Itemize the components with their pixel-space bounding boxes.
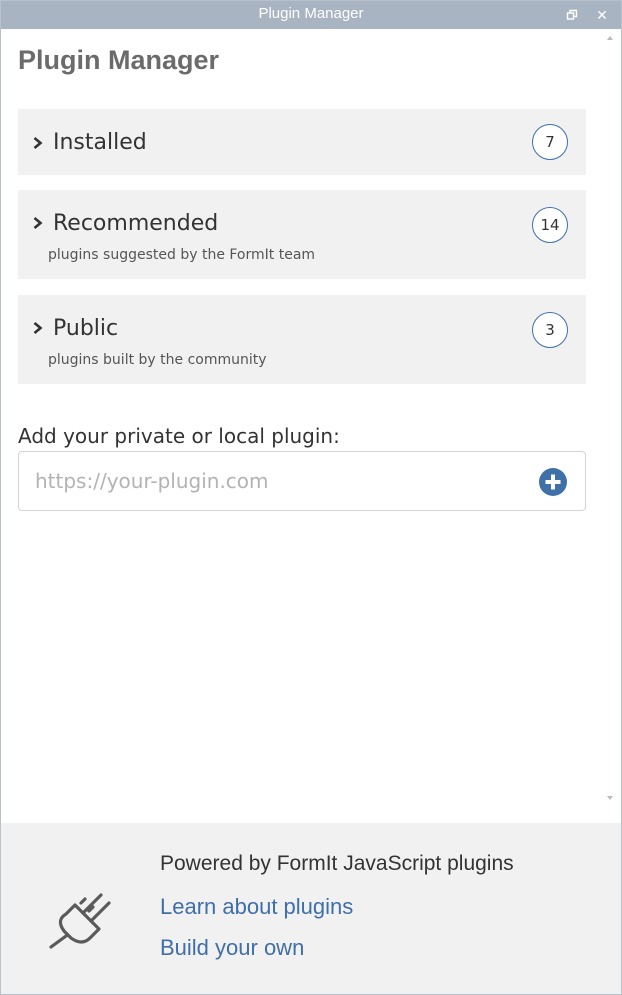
scroll-up-arrow-icon[interactable] <box>607 36 613 40</box>
title-bar[interactable]: Plugin Manager ✕ <box>1 1 621 29</box>
category-label: Public <box>53 316 119 341</box>
footer: Powered by FormIt JavaScript plugins Lea… <box>1 823 621 994</box>
plug-icon <box>49 893 111 949</box>
plugin-manager-window: Plugin Manager ✕ Plugin Manager Installe… <box>0 0 622 995</box>
chevron-right-icon <box>33 137 43 149</box>
chevron-right-icon <box>33 322 43 334</box>
plugin-manager-panel: Plugin Manager Installed 7 Recommended p… <box>1 29 601 823</box>
category-subtitle: plugins built by the community <box>48 352 267 368</box>
learn-about-plugins-link[interactable]: Learn about plugins <box>160 894 353 920</box>
chevron-right-icon <box>33 217 43 229</box>
plus-circle-icon[interactable] <box>538 467 568 497</box>
scroll-down-arrow-icon[interactable] <box>607 796 613 800</box>
add-plugin-label: Add your private or local plugin: <box>18 424 340 448</box>
category-label: Recommended <box>53 211 219 236</box>
category-public[interactable]: Public plugins built by the community 3 <box>18 295 586 384</box>
category-recommended[interactable]: Recommended plugins suggested by the For… <box>18 190 586 279</box>
vertical-scrollbar[interactable] <box>601 29 621 823</box>
close-icon[interactable]: ✕ <box>593 4 611 24</box>
plugin-url-input[interactable] <box>35 467 515 495</box>
plugin-count-badge: 3 <box>532 312 568 348</box>
category-installed[interactable]: Installed 7 <box>18 109 586 175</box>
plugin-count-badge: 14 <box>532 207 568 243</box>
category-subtitle: plugins suggested by the FormIt team <box>48 247 316 263</box>
powered-by-text: Powered by FormIt JavaScript plugins <box>160 852 514 875</box>
restore-window-icon[interactable] <box>563 4 581 24</box>
plugin-url-field <box>18 451 586 511</box>
plugin-count-badge: 7 <box>532 124 568 160</box>
page-title: Plugin Manager <box>18 45 220 75</box>
window-title: Plugin Manager <box>258 5 364 22</box>
build-your-own-link[interactable]: Build your own <box>160 935 304 961</box>
category-label: Installed <box>53 130 147 155</box>
